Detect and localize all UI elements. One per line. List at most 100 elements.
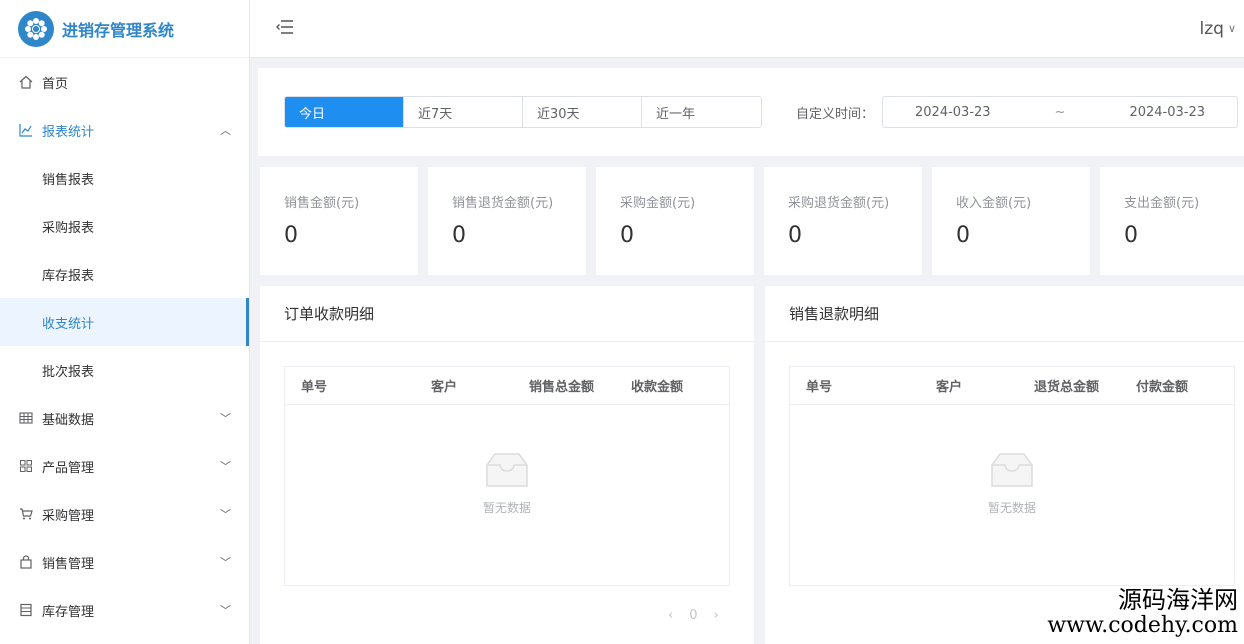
menu-label: 批次报表 — [42, 364, 95, 380]
empty-text: 暂无数据 — [482, 501, 531, 515]
home-icon — [18, 74, 34, 90]
range-today-button[interactable]: 今日 — [285, 97, 404, 127]
menu-label: 首页 — [42, 76, 69, 92]
stat-value: 0 — [620, 223, 634, 248]
gear-logo-icon — [18, 10, 54, 47]
sales-refund-table: 单号 客户 退货总金额 付款金额 暂无数据 — [789, 366, 1235, 586]
next-page-icon[interactable]: › — [713, 608, 718, 623]
menu-label: 库存管理 — [42, 604, 95, 620]
submenu-item-income-expense[interactable]: 收支统计 — [0, 298, 249, 346]
pagination: ‹ 0 › — [668, 608, 719, 623]
menu-item-reports[interactable]: 报表统计 ︿ — [0, 106, 249, 154]
empty-box-icon — [991, 453, 1033, 487]
cart-icon — [18, 506, 34, 522]
empty-state: 暂无数据 — [285, 405, 729, 516]
stat-value: 0 — [1124, 223, 1138, 248]
panel-title: 订单收款明细 — [260, 286, 754, 342]
menu-label: 基础数据 — [42, 412, 95, 428]
column-header[interactable]: 客户 — [920, 376, 1018, 395]
menu-item-sales[interactable]: 销售管理 ﹀ — [0, 538, 249, 586]
table-header: 单号 客户 销售总金额 收款金额 — [285, 367, 729, 405]
stat-value: 0 — [788, 223, 802, 248]
date-filter-bar: 今日 近7天 近30天 近一年 自定义时间： 2024-03-23 ~ 2024… — [258, 68, 1244, 156]
stat-card-purchase-return: 采购退货金额(元) 0 — [764, 167, 922, 275]
menu-label: 采购报表 — [42, 220, 95, 236]
date-range-picker[interactable]: 2024-03-23 ~ 2024-03-23 — [882, 96, 1239, 128]
column-header[interactable]: 退货总金额 — [1018, 376, 1120, 395]
chevron-up-icon: ︿ — [220, 124, 231, 137]
menu-label: 产品管理 — [42, 460, 95, 476]
sidebar-menu: 首页 报表统计 ︿ 销售报表 采购报表 库存报表 收支统计 批次报表 基础数据 … — [0, 58, 249, 634]
end-date-input[interactable]: 2024-03-23 — [1129, 105, 1205, 120]
empty-text: 暂无数据 — [987, 501, 1036, 515]
username: lzq — [1199, 18, 1224, 39]
archive-icon — [18, 602, 34, 618]
stat-card-sales: 销售金额(元) 0 — [260, 167, 418, 275]
menu-item-basic-data[interactable]: 基础数据 ﹀ — [0, 394, 249, 442]
menu-label: 收支统计 — [42, 316, 95, 332]
panel-title: 销售退款明细 — [765, 286, 1244, 342]
column-header[interactable]: 收款金额 — [615, 376, 725, 395]
app-title: 进销存管理系统 — [62, 20, 175, 40]
prev-page-icon[interactable]: ‹ — [668, 608, 673, 623]
menu-item-home[interactable]: 首页 — [0, 58, 249, 106]
grid-icon — [18, 458, 34, 474]
stat-card-expense: 支出金额(元) 0 — [1100, 167, 1244, 275]
stat-card-sales-return: 销售退货金额(元) 0 — [428, 167, 586, 275]
stat-value: 0 — [956, 223, 970, 248]
table-icon — [18, 410, 34, 426]
watermark: 源码海洋网 www.codehy.com — [1047, 587, 1238, 638]
sidebar: 进销存管理系统 首页 报表统计 ︿ 销售报表 采购报表 库存报表 收支统计 批次… — [0, 0, 250, 644]
column-header[interactable]: 付款金额 — [1120, 376, 1230, 395]
submenu-item-batch-report[interactable]: 批次报表 — [0, 346, 249, 394]
range-year-button[interactable]: 近一年 — [642, 97, 761, 127]
stat-cards: 销售金额(元) 0 销售退货金额(元) 0 采购金额(元) 0 采购退货金额(元… — [260, 167, 1244, 275]
menu-label: 报表统计 — [42, 124, 95, 140]
column-header[interactable]: 客户 — [415, 376, 513, 395]
menu-label: 销售报表 — [42, 172, 95, 188]
user-dropdown[interactable]: lzq ∨ — [1200, 19, 1237, 39]
stat-card-income: 收入金额(元) 0 — [932, 167, 1090, 275]
chevron-down-icon: ﹀ — [220, 604, 231, 617]
chevron-down-icon: ∨ — [1227, 22, 1236, 35]
stat-label: 支出金额(元) — [1124, 196, 1200, 211]
chevron-down-icon: ﹀ — [220, 508, 231, 521]
menu-label: 销售管理 — [42, 556, 95, 572]
menu-fold-icon[interactable] — [276, 19, 294, 38]
empty-state: 暂无数据 — [790, 405, 1234, 516]
stat-card-purchase: 采购金额(元) 0 — [596, 167, 754, 275]
column-header[interactable]: 销售总金额 — [513, 376, 615, 395]
order-payment-table: 单号 客户 销售总金额 收款金额 暂无数据 — [284, 366, 730, 586]
submenu-item-purchase-report[interactable]: 采购报表 — [0, 202, 249, 250]
chevron-down-icon: ﹀ — [220, 412, 231, 425]
submenu-item-inventory-report[interactable]: 库存报表 — [0, 250, 249, 298]
page-number[interactable]: 0 — [689, 608, 697, 623]
stat-label: 销售退货金额(元) — [452, 196, 554, 211]
menu-item-product[interactable]: 产品管理 ﹀ — [0, 442, 249, 490]
empty-box-icon — [486, 453, 528, 487]
range-30days-button[interactable]: 近30天 — [523, 97, 642, 127]
start-date-input[interactable]: 2024-03-23 — [915, 105, 991, 120]
range-7days-button[interactable]: 近7天 — [404, 97, 523, 127]
chevron-down-icon: ﹀ — [220, 556, 231, 569]
menu-label: 库存报表 — [42, 268, 95, 284]
top-header: lzq ∨ — [250, 0, 1244, 58]
stat-value: 0 — [452, 223, 466, 248]
stat-label: 销售金额(元) — [284, 196, 360, 211]
stat-label: 采购退货金额(元) — [788, 196, 890, 211]
menu-label: 采购管理 — [42, 508, 95, 524]
chevron-down-icon: ﹀ — [220, 460, 231, 473]
submenu-item-sales-report[interactable]: 销售报表 — [0, 154, 249, 202]
logo[interactable]: 进销存管理系统 — [0, 0, 249, 58]
watermark-title: 源码海洋网 — [1118, 586, 1238, 615]
date-separator: ~ — [1054, 104, 1066, 120]
bag-icon — [18, 554, 34, 570]
column-header[interactable]: 单号 — [285, 376, 415, 395]
column-header[interactable]: 单号 — [790, 376, 920, 395]
stat-value: 0 — [284, 223, 298, 248]
watermark-url: www.codehy.com — [1047, 612, 1238, 638]
menu-item-inventory[interactable]: 库存管理 ﹀ — [0, 586, 249, 634]
order-payment-panel: 订单收款明细 单号 客户 销售总金额 收款金额 暂无数据 ‹ 0 › — [260, 286, 754, 644]
menu-item-purchase[interactable]: 采购管理 ﹀ — [0, 490, 249, 538]
stat-label: 采购金额(元) — [620, 196, 696, 211]
